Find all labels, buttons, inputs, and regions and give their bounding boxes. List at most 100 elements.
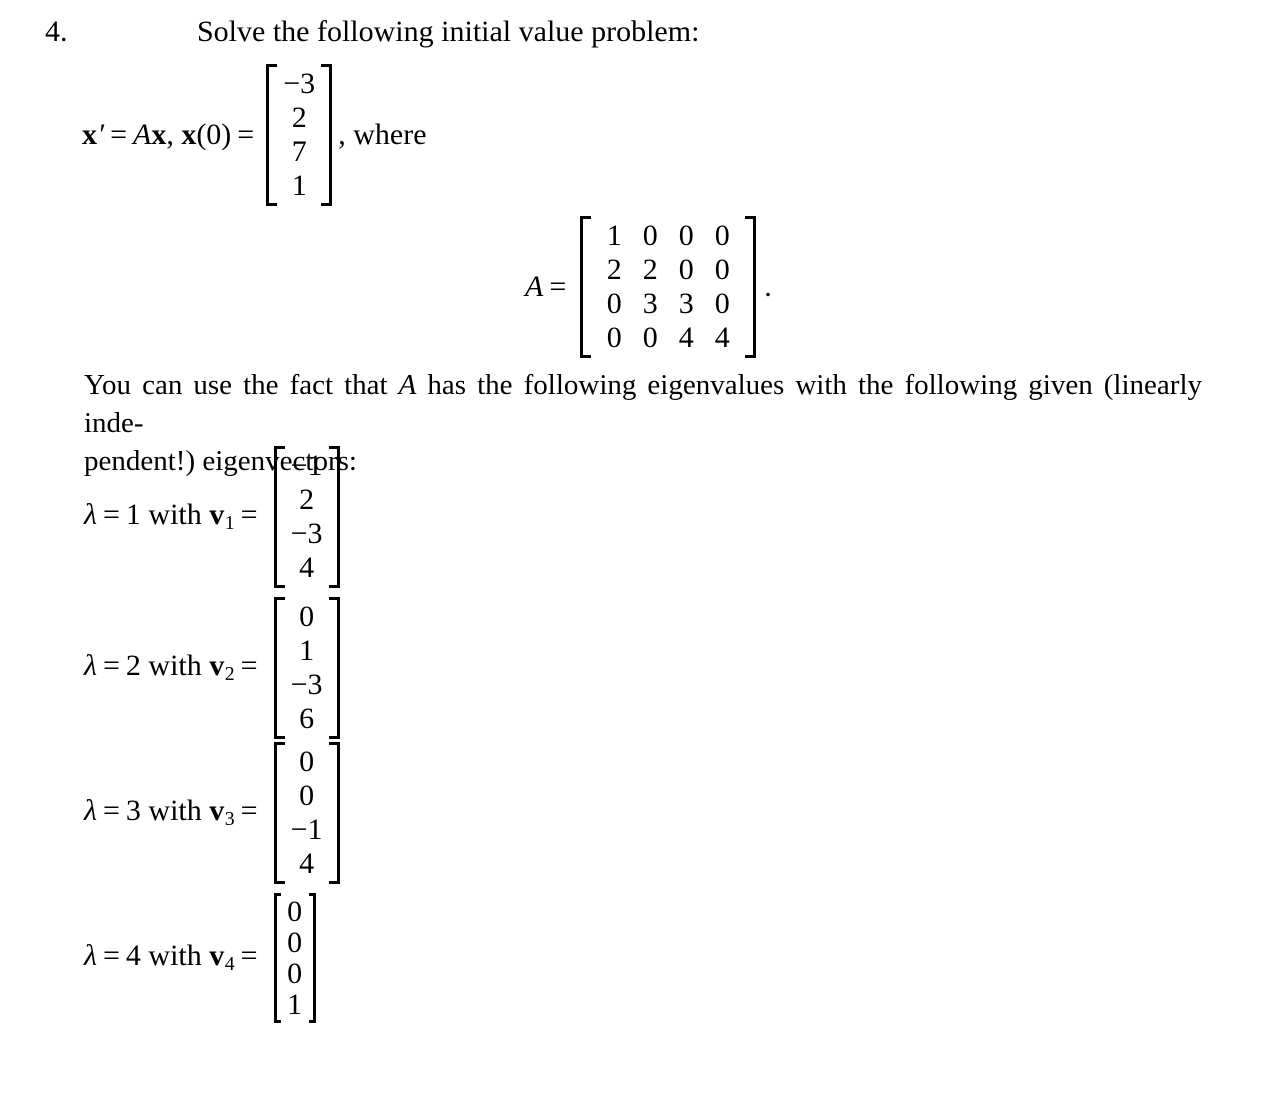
vector-entry: 4 <box>299 847 315 880</box>
problem-number: 4. <box>45 15 68 48</box>
matrix-cell: 0 <box>714 219 730 252</box>
vector-entry: 0 <box>299 745 315 778</box>
vector-row: −1 <box>290 449 324 483</box>
vector-entry: 0 <box>299 600 315 633</box>
vector-row: −3 <box>282 67 316 101</box>
matrix-cell: 3 <box>678 287 694 320</box>
vector-row: 2 <box>290 483 324 517</box>
matrix-row: 1 0 0 0 <box>596 219 740 253</box>
fact-line1-before-a: You can use the fact that <box>84 369 399 401</box>
eigenvalue-value: 1 <box>125 497 141 531</box>
matrix-row: 2 2 0 0 <box>596 253 740 287</box>
eigenpair-3-label: λ = 3 with v3 = <box>84 793 274 831</box>
vector-row: 4 <box>290 847 324 881</box>
vector-entry: −1 <box>290 449 323 482</box>
equals-sign-2: = <box>240 938 258 972</box>
vector-entry: 0 <box>287 957 303 990</box>
vector-row: 0 <box>290 779 324 813</box>
vector-entry: 7 <box>291 135 307 168</box>
lambda-symbol: λ <box>84 497 97 531</box>
matrix-cell: 2 <box>642 253 658 286</box>
eigenvector-4: 0 0 0 1 <box>273 893 316 1023</box>
vector-entry: 0 <box>287 926 303 959</box>
initial-value-equation: x′ = Ax, x(0) = −3 2 7 1 , where <box>82 64 427 206</box>
bracket-left <box>273 742 285 884</box>
bracket-right <box>328 597 340 739</box>
vector-row: 6 <box>290 702 324 736</box>
eigenpair-2-label: λ = 2 with v2 = <box>84 648 274 686</box>
vector-row: 1 <box>282 169 316 203</box>
eigenpair-4: λ = 4 with v4 = 0 0 0 1 <box>84 893 316 1023</box>
bracket-left <box>580 216 592 358</box>
vector-row: 0 <box>286 927 304 958</box>
bracket-right <box>328 446 340 588</box>
vector-row: 2 <box>282 101 316 135</box>
where-text: , where <box>338 118 427 151</box>
lambda-symbol: λ <box>84 648 97 682</box>
matrix-a-label: A <box>525 270 544 303</box>
matrix-row: 0 0 4 4 <box>596 321 740 355</box>
bracket-left <box>273 893 281 1023</box>
vector-body: −1 2 −3 4 <box>285 446 329 588</box>
vector-entry: 2 <box>291 101 307 134</box>
comma-separator: , <box>166 118 182 151</box>
matrix-a-lead: A = <box>525 272 580 302</box>
matrix-cell: 0 <box>606 287 622 320</box>
matrix-cell: 0 <box>606 321 622 354</box>
lambda-symbol: λ <box>84 938 97 972</box>
matrix-a-symbol: A <box>132 118 152 151</box>
vector-entry: −3 <box>290 668 323 701</box>
vector-body: 0 0 0 1 <box>281 893 309 1023</box>
matrix-cell: 4 <box>678 321 694 354</box>
vector-entry: 0 <box>299 779 315 812</box>
matrix-row: 0 3 3 0 <box>596 287 740 321</box>
matrix-cell: 0 <box>642 321 658 354</box>
eigenvector-subscript: 3 <box>224 808 235 831</box>
eigenpair-1: λ = 1 with v1 = −1 2 −3 4 <box>84 446 340 588</box>
vector-entry: 4 <box>299 551 315 584</box>
vector-x-symbol-3: x <box>181 118 197 151</box>
vector-body: 0 1 −3 6 <box>285 597 329 739</box>
equals-sign: = <box>103 497 120 531</box>
matrix-cell: 0 <box>642 219 658 252</box>
eigenvector-symbol: v <box>209 497 225 531</box>
matrix-cell: 0 <box>714 287 730 320</box>
eigenvector-symbol: v <box>209 938 225 972</box>
eigenvector-2: 0 1 −3 6 <box>273 597 340 739</box>
vector-row: 1 <box>290 634 324 668</box>
equals-sign-2: = <box>240 497 258 531</box>
eigenvector-subscript: 2 <box>224 663 235 686</box>
vector-entry: −3 <box>290 517 323 550</box>
vector-row: −3 <box>290 517 324 551</box>
trailing-period: . <box>764 270 772 303</box>
vector-x-symbol-2: x <box>151 118 167 151</box>
matrix-a-grid: 1 0 0 0 2 2 0 0 0 3 3 0 0 0 4 4 <box>580 216 757 358</box>
eigenvector-subscript: 4 <box>224 953 235 976</box>
matrix-a-definition: A = 1 0 0 0 2 2 0 0 0 3 3 0 0 0 4 4 . <box>525 216 772 358</box>
vector-row: 4 <box>290 551 324 585</box>
bracket-left <box>273 446 285 588</box>
problem-prompt: Solve the following initial value proble… <box>197 15 700 48</box>
vector-row: 0 <box>286 958 304 989</box>
eigenpair-2: λ = 2 with v2 = 0 1 −3 6 <box>84 597 340 739</box>
with-word: with <box>148 938 202 972</box>
matrix-cell: 3 <box>642 287 658 320</box>
vector-row: 1 <box>286 989 304 1020</box>
with-word: with <box>148 793 202 827</box>
problem-header: 4. Solve the following initial value pro… <box>0 12 1270 56</box>
initial-condition-vector: −3 2 7 1 <box>266 64 333 206</box>
equals-sign-2: = <box>237 118 255 151</box>
matrix-a-inline-symbol: A <box>398 369 417 401</box>
vector-row: 0 <box>290 600 324 634</box>
matrix-cell: 0 <box>678 253 694 286</box>
equals-sign-2: = <box>240 793 258 827</box>
matrix-cell: 0 <box>678 219 694 252</box>
equals-sign: = <box>549 270 567 303</box>
bracket-right <box>321 64 333 206</box>
vector-entry: 1 <box>291 169 307 202</box>
matrix-cell: 4 <box>714 321 730 354</box>
with-word: with <box>148 497 202 531</box>
bracket-right <box>745 216 757 358</box>
matrix-cell: 0 <box>714 253 730 286</box>
eigenvalue-value: 3 <box>125 793 141 827</box>
